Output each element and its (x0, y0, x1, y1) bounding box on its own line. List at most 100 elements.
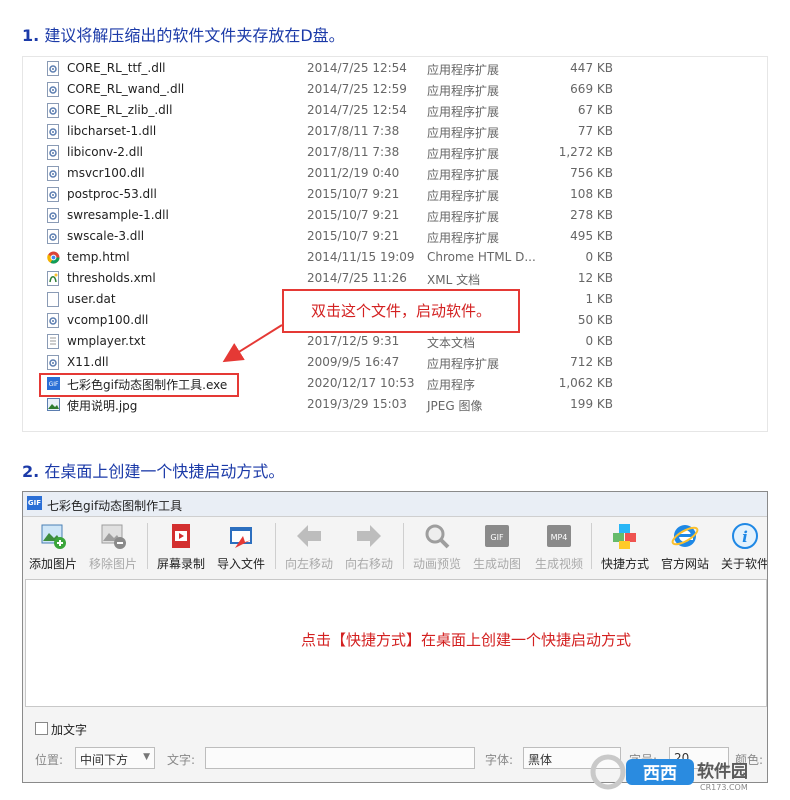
xml-icon (47, 271, 60, 286)
step2-heading: 2. 在桌面上创建一个快捷启动方式。 (22, 458, 284, 482)
file-date: 2014/11/15 19:09 (307, 250, 415, 264)
file-size: 1,272 KB (558, 145, 613, 159)
magnifier-icon (423, 522, 451, 550)
toolbar-button-remove-image[interactable]: 移除图片 (85, 517, 141, 577)
toolbar-button-import-file[interactable]: 导入文件 (213, 517, 269, 577)
file-type: 应用程序扩展 (427, 168, 500, 182)
file-row[interactable]: thresholds.xml 2014/7/25 11:26 XML 文档 12 KB (23, 268, 767, 289)
gif-badge-icon: GIF (483, 522, 511, 550)
toolbar-button-arrow-left[interactable]: 向左移动 (281, 517, 337, 577)
file-name: libiconv-2.dll (67, 145, 144, 159)
dll-icon (47, 145, 60, 160)
file-row[interactable]: wmplayer.txt 2017/12/5 9:31 文本文档 0 KB (23, 331, 767, 352)
toolbar-separator (403, 523, 404, 569)
file-date: 2014/7/25 12:54 (307, 103, 407, 117)
position-select[interactable]: 中间下方 ▼ (75, 747, 155, 769)
file-row[interactable]: msvcr100.dll 2011/2/19 0:40 应用程序扩展 756 KB (23, 163, 767, 184)
text-input[interactable] (205, 747, 475, 769)
text-label: 文字: (167, 753, 196, 767)
toolbar-button-info[interactable]: i 关于软件 (717, 517, 767, 577)
dll-icon (47, 103, 60, 118)
file-row[interactable]: 使用说明.jpg 2019/3/29 15:03 JPEG 图像 199 KB (23, 394, 767, 415)
file-type: JPEG 图像 (427, 399, 483, 413)
file-date: 2019/3/29 15:03 (307, 397, 407, 411)
remove-image-icon (99, 522, 127, 550)
file-date: 2015/10/7 9:21 (307, 229, 400, 243)
file-name: swresample-1.dll (67, 208, 169, 222)
toolbar-separator (147, 523, 148, 569)
file-date: 2015/10/7 9:21 (307, 187, 400, 201)
app-window: GIF 七彩色gif动态图制作工具 添加图片 移除图片 屏幕录制 导入文件 向左移动 向右… (22, 491, 768, 783)
add-text-checkbox[interactable] (35, 722, 48, 735)
add-text-label: 加文字 (51, 723, 88, 737)
position-label: 位置: (35, 753, 64, 767)
dll-icon (47, 355, 60, 370)
text-file-icon (47, 334, 60, 349)
step1-text: 建议将解压缩出的软件文件夹存放在D盘。 (44, 26, 345, 45)
toolbar-separator (275, 523, 276, 569)
file-name: vcomp100.dll (67, 313, 149, 327)
file-size: 12 KB (577, 271, 613, 285)
dll-icon (47, 313, 60, 328)
toolbar-button-screen-record[interactable]: 屏幕录制 (153, 517, 209, 577)
info-icon: i (731, 522, 759, 550)
file-date: 2015/10/7 9:21 (307, 208, 400, 222)
info-glyph: i (742, 528, 748, 546)
file-date: 2017/8/11 7:38 (307, 145, 400, 159)
add-text-row: 加文字 (23, 718, 767, 740)
exe-highlight-box (39, 373, 239, 397)
file-type: 应用程序扩展 (427, 84, 500, 98)
toolbar-button-label: 动画预览 (412, 557, 461, 571)
file-row[interactable]: X11.dll 2009/9/5 16:47 应用程序扩展 712 KB (23, 352, 767, 373)
watermark-logo: 西西 软件园 CR173.COM (590, 752, 780, 792)
file-size: 1,062 KB (558, 376, 613, 390)
toolbar-button-mp4-badge[interactable]: MP4 生成视频 (529, 517, 589, 577)
file-type: 应用程序扩展 (427, 105, 500, 119)
file-row[interactable]: postproc-53.dll 2015/10/7 9:21 应用程序扩展 108 K… (23, 184, 767, 205)
toolbar-button-ie[interactable]: 官方网站 (657, 517, 713, 577)
file-type: 应用程序扩展 (427, 231, 500, 245)
file-name: CORE_RL_zlib_.dll (67, 103, 173, 117)
file-name: postproc-53.dll (67, 187, 157, 201)
file-size: 1 KB (585, 292, 613, 306)
file-size: 0 KB (585, 250, 613, 264)
toolbar-button-gif-badge[interactable]: GIF 生成动图 (469, 517, 525, 577)
file-size: 669 KB (570, 82, 613, 96)
badge-text: MP4 (551, 533, 568, 542)
toolbar-button-cubes[interactable]: 快捷方式 (597, 517, 653, 577)
step1-number: 1. (22, 26, 40, 45)
arrow-left-icon (295, 522, 323, 550)
file-size: 50 KB (577, 313, 613, 327)
file-name: temp.html (67, 250, 130, 264)
file-row[interactable]: libiconv-2.dll 2017/8/11 7:38 应用程序扩展 1,272 … (23, 142, 767, 163)
toolbar-button-magnifier[interactable]: 动画预览 (409, 517, 465, 577)
dll-icon (47, 61, 60, 76)
blank-file-icon (47, 292, 60, 307)
file-row[interactable]: CORE_RL_zlib_.dll 2014/7/25 12:54 应用程序扩展 67… (23, 100, 767, 121)
file-size: 67 KB (577, 103, 613, 117)
file-name: 使用说明.jpg (67, 399, 138, 413)
dll-icon (47, 208, 60, 223)
file-type: 应用程序 (427, 378, 476, 392)
file-row[interactable]: CORE_RL_ttf_.dll 2014/7/25 12:54 应用程序扩展 447… (23, 58, 767, 79)
position-value: 中间下方 (80, 753, 129, 767)
file-row[interactable]: CORE_RL_wand_.dll 2014/7/25 12:59 应用程序扩展 66… (23, 79, 767, 100)
app-toolbar: 添加图片 移除图片 屏幕录制 导入文件 向左移动 向右移动 动画预览 GIF 生成动图 MP4 生成… (23, 517, 767, 577)
app-titlebar: GIF 七彩色gif动态图制作工具 (23, 492, 767, 517)
toolbar-button-arrow-right[interactable]: 向右移动 (341, 517, 397, 577)
file-row[interactable]: swscale-3.dll 2015/10/7 9:21 应用程序扩展 495 KB (23, 226, 767, 247)
dll-icon (47, 229, 60, 244)
file-size: 0 KB (585, 334, 613, 348)
file-name: CORE_RL_ttf_.dll (67, 61, 166, 75)
file-row[interactable]: temp.html 2014/11/15 19:09 Chrome HTML D..… (23, 247, 767, 268)
chevron-down-icon: ▼ (143, 752, 150, 762)
file-name: swscale-3.dll (67, 229, 145, 243)
file-type: 应用程序扩展 (427, 63, 500, 77)
file-row[interactable]: libcharset-1.dll 2017/8/11 7:38 应用程序扩展 77 K… (23, 121, 767, 142)
toolbar-button-label: 向左移动 (284, 557, 333, 571)
file-date: 2017/12/5 9:31 (307, 334, 400, 348)
file-name: msvcr100.dll (67, 166, 145, 180)
toolbar-button-add-image[interactable]: 添加图片 (25, 517, 81, 577)
file-row[interactable]: swresample-1.dll 2015/10/7 9:21 应用程序扩展 278 … (23, 205, 767, 226)
dll-icon (47, 82, 60, 97)
